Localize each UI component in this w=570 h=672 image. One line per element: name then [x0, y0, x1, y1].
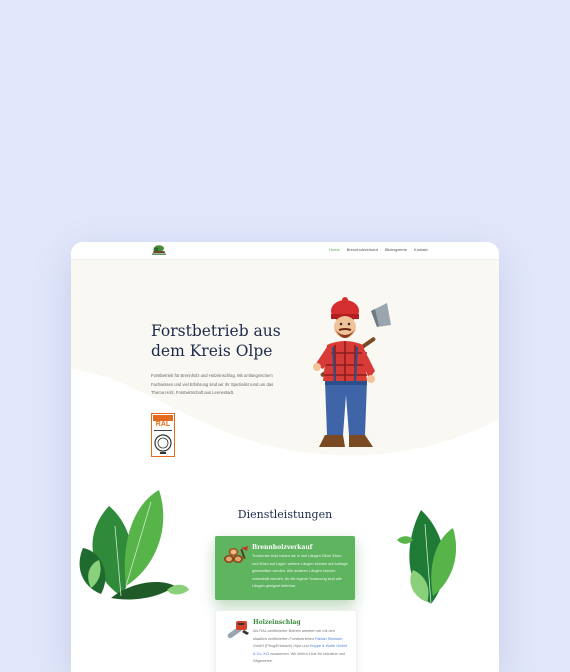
service-card-title: Brennholzverkauf	[252, 544, 313, 551]
lumberjack-illustration	[313, 297, 391, 447]
ral-certificate-badge: RAL	[151, 413, 175, 457]
service-card-holzeinschlag[interactable]: Holzeinschlag Als RAL-zertifizierter Bet…	[215, 610, 357, 672]
firewood-icon	[224, 546, 248, 563]
forest-logo-icon[interactable]	[151, 244, 167, 256]
hero-section: Forstbetrieb aus dem Kreis Olpe Forstbet…	[71, 259, 499, 489]
service-card-text: Trockenes Holz haben wir in drei Längen …	[252, 554, 348, 588]
decorative-leaves-left	[79, 490, 189, 600]
hero-description: Forstbetrieb für Brennholz und Holzeinsc…	[151, 373, 274, 395]
service-card-brennholzverkauf[interactable]: Brennholzverkauf Trockenes Holz haben wi…	[215, 536, 355, 600]
service-card-text-part: GmbH (Pflug/Ertsbach) Olpe und	[253, 644, 309, 648]
ral-seal-icon	[151, 413, 175, 457]
hero-title-line-2: dem Kreis Olpe	[151, 342, 273, 360]
nav-link-home[interactable]: Home	[329, 247, 340, 252]
top-navbar: Home Brennholzverkauf Bildergalerie Kont…	[71, 242, 499, 260]
hero-title: Forstbetrieb aus dem Kreis Olpe	[151, 321, 291, 361]
nav-link-kontakt[interactable]: Kontakt	[414, 247, 428, 252]
main-navigation: Home Brennholzverkauf Bildergalerie Kont…	[329, 247, 428, 252]
hero-wave-divider	[71, 369, 499, 489]
nav-link-brennholzverkauf[interactable]: Brennholzverkauf	[347, 247, 378, 252]
services-section-title: Dienstleistungen	[237, 508, 333, 521]
service-card-title: Holzeinschlag	[253, 619, 301, 626]
nav-link-bildergalerie[interactable]: Bildergalerie	[385, 247, 407, 252]
browser-window: Home Brennholzverkauf Bildergalerie Kont…	[71, 242, 499, 672]
partner-link-simbach[interactable]: Fabian Simbach	[315, 637, 342, 641]
chainsaw-icon	[227, 621, 249, 639]
ral-badge-label: RAL	[155, 421, 171, 428]
hero-title-line-1: Forstbetrieb aus	[151, 322, 281, 340]
